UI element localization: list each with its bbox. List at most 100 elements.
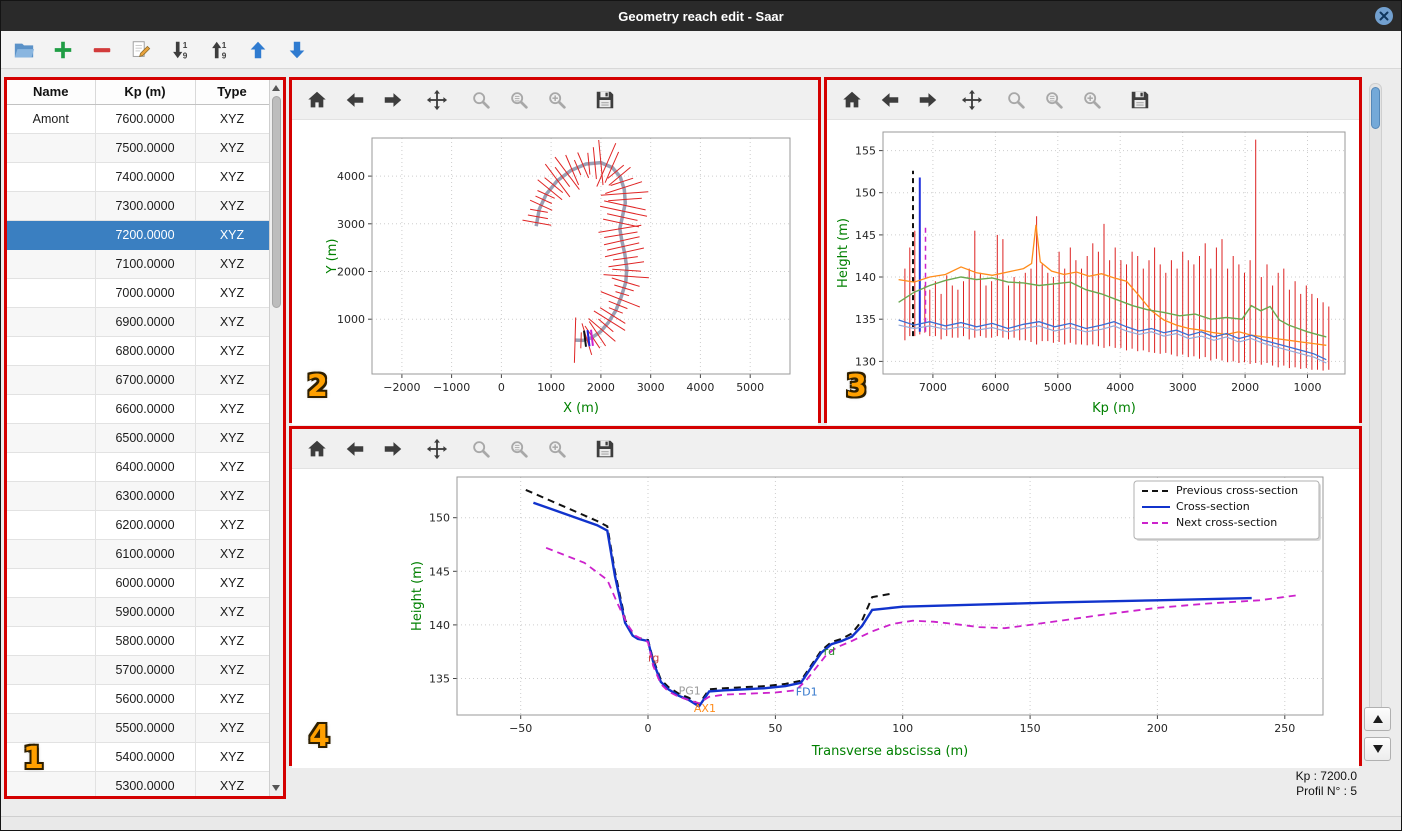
table-row[interactable]: 7200.0000 XYZ [7, 220, 269, 250]
subplots-button[interactable] [504, 85, 534, 115]
table-cell: XYZ [195, 655, 269, 685]
svg-text:Cross-section: Cross-section [1176, 500, 1250, 513]
zoom-button[interactable] [466, 434, 496, 464]
pan-button[interactable] [422, 434, 452, 464]
table-row[interactable]: 5900.0000 XYZ [7, 597, 269, 627]
table-row[interactable]: 6600.0000 XYZ [7, 394, 269, 424]
table-row[interactable]: 5800.0000 XYZ [7, 626, 269, 656]
vertical-scrollbar[interactable] [1369, 83, 1382, 725]
table-scrollbar[interactable] [269, 80, 283, 796]
customize-button[interactable] [1077, 85, 1107, 115]
plan-plot-canvas[interactable]: −2000 −1000 0 1000 2000 3000 4000 5000 1000 2000 3… [292, 120, 818, 425]
table-row[interactable]: 5700.0000 XYZ [7, 655, 269, 685]
back-button[interactable] [340, 434, 370, 464]
table-row[interactable]: 6000.0000 XYZ [7, 568, 269, 598]
table-row[interactable]: 5600.0000 XYZ [7, 684, 269, 714]
table-row[interactable]: 6900.0000 XYZ [7, 307, 269, 337]
main-toolbar: 1919 [1, 31, 1401, 69]
home-button[interactable] [302, 434, 332, 464]
move-up-button[interactable] [245, 37, 271, 63]
close-button[interactable] [1374, 6, 1394, 26]
svg-text:50: 50 [768, 722, 782, 735]
move-up-icon [247, 39, 269, 61]
table-row[interactable]: 6700.0000 XYZ [7, 365, 269, 395]
svg-text:9: 9 [222, 51, 227, 60]
save-button[interactable] [590, 85, 620, 115]
svg-text:250: 250 [1274, 722, 1295, 735]
pan-button[interactable] [957, 85, 987, 115]
up-arrow-icon [1372, 715, 1383, 723]
customize-button[interactable] [542, 85, 572, 115]
table-row[interactable]: 6100.0000 XYZ [7, 539, 269, 569]
table-row[interactable]: 6300.0000 XYZ [7, 481, 269, 511]
vertical-scrollbar-thumb[interactable] [1371, 87, 1380, 129]
table-row[interactable]: 7100.0000 XYZ [7, 249, 269, 279]
profiles-tbody: Amont 7600.0000 XYZ 7500.0000 XYZ 7400.0000 XY… [7, 104, 269, 796]
plan-view-panel: −2000 −1000 0 1000 2000 3000 4000 5000 1000 2000 3… [289, 77, 821, 425]
table-cell: 5900.0000 [95, 597, 196, 627]
table-row[interactable]: 5500.0000 XYZ [7, 713, 269, 743]
table-cell [7, 568, 96, 598]
table-row[interactable]: 7000.0000 XYZ [7, 278, 269, 308]
customize-button[interactable] [542, 434, 572, 464]
table-row[interactable]: 6500.0000 XYZ [7, 423, 269, 453]
forward-button[interactable] [378, 85, 408, 115]
svg-text:6000: 6000 [981, 381, 1009, 394]
table-row[interactable]: 7500.0000 XYZ [7, 133, 269, 163]
svg-text:2000: 2000 [1231, 381, 1259, 394]
cross-section-plot-canvas[interactable]: −50 0 50 100 150 200 250 135 140 145 150 rg PG1 AX1 FD… [292, 469, 1359, 768]
move-down-button[interactable] [284, 37, 310, 63]
table-cell: XYZ [195, 394, 269, 424]
sort-down-button[interactable]: 19 [167, 37, 193, 63]
open-button[interactable] [11, 37, 37, 63]
column-header-kp: Kp (m) [95, 80, 196, 105]
zoom-button[interactable] [466, 85, 496, 115]
remove-button[interactable] [89, 37, 115, 63]
table-cell: 6300.0000 [95, 481, 196, 511]
table-row[interactable]: 6200.0000 XYZ [7, 510, 269, 540]
table-row[interactable]: 6400.0000 XYZ [7, 452, 269, 482]
table-row[interactable]: 7400.0000 XYZ [7, 162, 269, 192]
table-row[interactable]: 7300.0000 XYZ [7, 191, 269, 221]
long-profile-plot-canvas[interactable]: 7000 6000 5000 4000 3000 2000 1000 130 135 140 145… [827, 120, 1359, 425]
table-row[interactable]: 6800.0000 XYZ [7, 336, 269, 366]
save-button[interactable] [1125, 85, 1155, 115]
edit-button[interactable] [128, 37, 154, 63]
sort-up-button[interactable]: 19 [206, 37, 232, 63]
forward-icon [382, 438, 404, 460]
svg-text:150: 150 [429, 512, 450, 525]
pan-icon [426, 89, 448, 111]
sort-up-icon: 19 [208, 39, 230, 61]
add-button[interactable] [50, 37, 76, 63]
forward-icon [382, 89, 404, 111]
profile-up-button[interactable] [1364, 707, 1391, 731]
table-scrollbar-thumb[interactable] [272, 96, 281, 308]
table-row[interactable]: 5300.0000 XYZ [7, 771, 269, 796]
scroll-down-icon[interactable] [272, 785, 280, 791]
table-cell: XYZ [195, 133, 269, 163]
home-button[interactable] [837, 85, 867, 115]
save-button[interactable] [590, 434, 620, 464]
subplots-button[interactable] [1039, 85, 1069, 115]
table-cell: XYZ [195, 597, 269, 627]
svg-text:3000: 3000 [637, 381, 665, 394]
open-icon [13, 39, 35, 61]
svg-text:5000: 5000 [736, 381, 764, 394]
zoom-button[interactable] [1001, 85, 1031, 115]
back-button[interactable] [875, 85, 905, 115]
back-button[interactable] [340, 85, 370, 115]
home-button[interactable] [302, 85, 332, 115]
subplots-button[interactable] [504, 434, 534, 464]
forward-button[interactable] [378, 434, 408, 464]
table-row[interactable]: 5400.0000 XYZ [7, 742, 269, 772]
svg-text:100: 100 [892, 722, 913, 735]
table-cell: 7500.0000 [95, 133, 196, 163]
titlebar[interactable]: Geometry reach edit - Saar [1, 1, 1401, 31]
table-cell: XYZ [195, 336, 269, 366]
profile-down-button[interactable] [1364, 737, 1391, 761]
scroll-up-icon[interactable] [272, 85, 280, 91]
forward-button[interactable] [913, 85, 943, 115]
svg-text:AX1: AX1 [694, 702, 716, 715]
table-row[interactable]: Amont 7600.0000 XYZ [7, 104, 269, 134]
pan-button[interactable] [422, 85, 452, 115]
